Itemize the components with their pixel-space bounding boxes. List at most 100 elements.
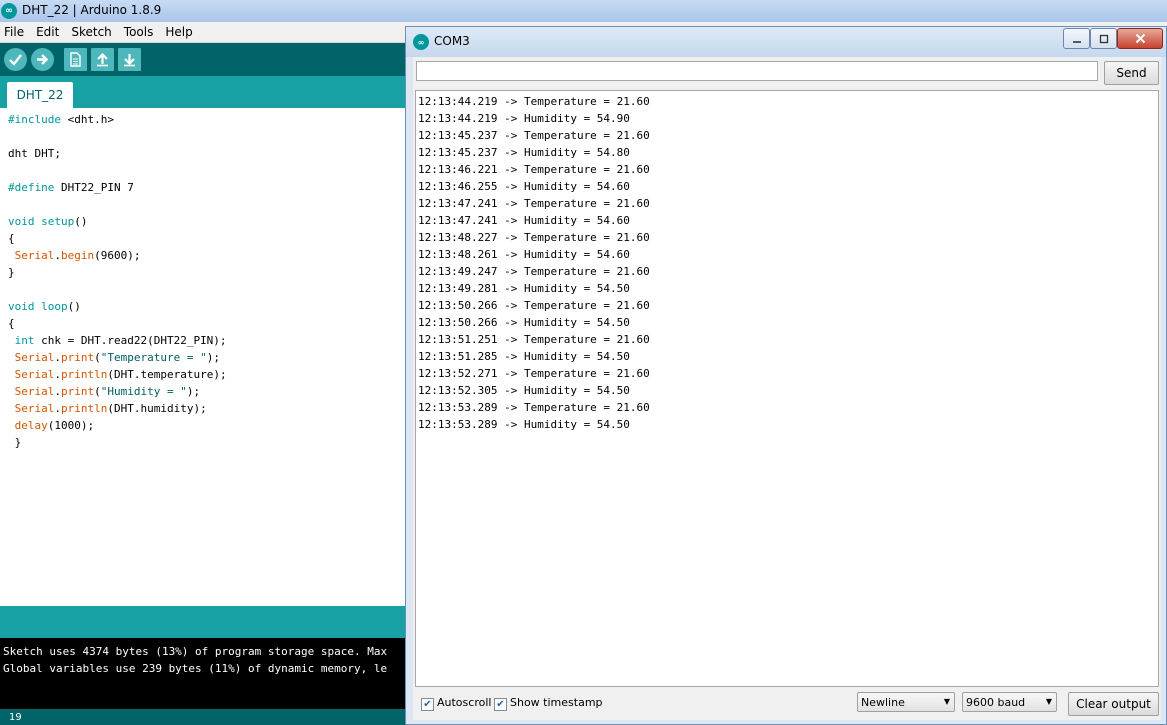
show-timestamp-label: Show timestamp xyxy=(510,696,603,709)
menu-sketch[interactable]: Sketch xyxy=(65,22,117,40)
open-sketch-button[interactable] xyxy=(91,48,114,71)
console-line: Global variables use 239 bytes (11%) of … xyxy=(3,662,388,675)
checkmark-icon: ✔ xyxy=(496,698,505,710)
code-token: ); xyxy=(206,351,220,364)
code-token: void xyxy=(8,300,35,313)
open-icon xyxy=(97,52,108,67)
output-console: Sketch uses 4374 bytes (13%) of program … xyxy=(0,638,406,709)
serial-output-line: 12:13:44.219 -> Temperature = 21.60 xyxy=(418,95,650,108)
show-timestamp-checkbox[interactable]: ✔ xyxy=(494,698,507,711)
ide-title-bar: ∞ DHT_22 | Arduino 1.8.9 xyxy=(0,0,1167,23)
code-line: { xyxy=(8,315,15,332)
menu-tools[interactable]: Tools xyxy=(118,22,160,40)
serial-send-input[interactable] xyxy=(416,61,1098,81)
code-token: print xyxy=(61,351,95,364)
code-token: . xyxy=(54,351,61,364)
serial-output-line: 12:13:45.237 -> Temperature = 21.60 xyxy=(418,129,650,142)
serial-output-line: 12:13:44.219 -> Humidity = 54.90 xyxy=(418,112,630,125)
ide-window-title: DHT_22 | Arduino 1.8.9 xyxy=(22,3,162,17)
serial-monitor-window: ∞ COM3 Send 12:13:44.219 -> Temperature … xyxy=(405,26,1167,725)
code-token: } xyxy=(8,266,15,279)
serial-output-line: 12:13:49.247 -> Temperature = 21.60 xyxy=(418,265,650,278)
code-token: . xyxy=(54,385,61,398)
save-sketch-button[interactable] xyxy=(118,48,141,71)
line-number-indicator: 19 xyxy=(9,712,22,723)
serial-output-line: 12:13:50.266 -> Humidity = 54.50 xyxy=(418,316,630,329)
serial-output-line: 12:13:52.305 -> Humidity = 54.50 xyxy=(418,384,630,397)
checkmark-icon: ✔ xyxy=(423,698,432,710)
serial-output-line: 12:13:53.289 -> Humidity = 54.50 xyxy=(418,418,630,431)
code-token: ( xyxy=(94,351,101,364)
maximize-button[interactable] xyxy=(1090,28,1117,49)
code-line: void loop() xyxy=(8,298,81,315)
upload-button[interactable] xyxy=(31,48,54,71)
close-button[interactable] xyxy=(1117,28,1163,49)
code-token: "Humidity = " xyxy=(100,385,187,398)
menu-file[interactable]: File xyxy=(0,22,30,40)
line-ending-select[interactable]: Newline ▼ xyxy=(857,692,955,712)
clear-output-button[interactable]: Clear output xyxy=(1068,692,1159,716)
code-line: } xyxy=(8,264,15,281)
code-token: void xyxy=(8,215,35,228)
code-token: Serial xyxy=(14,402,55,415)
menu-edit[interactable]: Edit xyxy=(30,22,65,40)
serial-output-area[interactable]: 12:13:44.219 -> Temperature = 21.60 12:13… xyxy=(415,90,1159,687)
code-line: #define DHT22_PIN 7 xyxy=(8,179,134,196)
upload-icon xyxy=(37,54,49,65)
tab-dht22[interactable]: DHT_22 xyxy=(7,82,73,108)
verify-button[interactable] xyxy=(4,48,27,71)
new-sketch-button[interactable] xyxy=(64,48,87,71)
ide-footer: 19 xyxy=(0,709,406,725)
code-token: dht DHT; xyxy=(8,147,61,160)
chevron-down-icon: ▼ xyxy=(1045,697,1052,706)
code-line: { xyxy=(8,230,15,247)
code-token: () xyxy=(67,300,81,313)
minimize-icon xyxy=(1072,40,1081,43)
code-token: { xyxy=(8,317,15,330)
maximize-icon xyxy=(1099,34,1108,43)
serial-monitor-title: COM3 xyxy=(434,34,470,48)
code-token: begin xyxy=(61,249,95,262)
code-token: println xyxy=(61,368,108,381)
arduino-logo-icon: ∞ xyxy=(1,3,17,19)
code-token: delay xyxy=(14,419,48,432)
serial-output-line: 12:13:46.221 -> Temperature = 21.60 xyxy=(418,163,650,176)
minimize-button[interactable] xyxy=(1063,28,1090,49)
code-token: <dht.h> xyxy=(60,113,114,126)
code-token: . xyxy=(54,402,61,415)
baud-rate-select[interactable]: 9600 baud ▼ xyxy=(962,692,1057,712)
code-token: #define xyxy=(8,181,55,194)
console-line: Sketch uses 4374 bytes (13%) of program … xyxy=(3,645,388,658)
code-token: int xyxy=(14,334,35,347)
code-editor[interactable]: #include <dht.h> dht DHT; #define DHT22_PI… xyxy=(0,108,406,606)
code-line: Serial.print("Temperature = "); xyxy=(8,349,220,366)
send-button[interactable]: Send xyxy=(1104,61,1159,85)
verify-icon xyxy=(9,54,22,66)
serial-output-line: 12:13:52.271 -> Temperature = 21.60 xyxy=(418,367,650,380)
arduino-logo-icon: ∞ xyxy=(413,34,429,50)
autoscroll-checkbox[interactable]: ✔ xyxy=(421,698,434,711)
serial-output-line: 12:13:49.281 -> Humidity = 54.50 xyxy=(418,282,630,295)
code-token: . xyxy=(54,368,61,381)
code-token: () xyxy=(74,215,88,228)
code-token: . xyxy=(54,249,61,262)
code-token: Serial xyxy=(14,385,55,398)
code-token: ); xyxy=(186,385,201,398)
serial-output-line: 12:13:53.289 -> Temperature = 21.60 xyxy=(418,401,650,414)
new-icon xyxy=(70,52,81,67)
code-token: println xyxy=(61,402,108,415)
serial-monitor-controls: ✔ Autoscroll ✔ Show timestamp Newline ▼ … xyxy=(413,687,1161,720)
menu-help[interactable]: Help xyxy=(159,22,198,40)
serial-output-line: 12:13:51.251 -> Temperature = 21.60 xyxy=(418,333,650,346)
code-line: } xyxy=(8,434,22,451)
code-token: Serial xyxy=(14,368,55,381)
autoscroll-label: Autoscroll xyxy=(437,696,492,709)
code-token: (1000); xyxy=(47,419,95,432)
code-line: void setup() xyxy=(8,213,88,230)
